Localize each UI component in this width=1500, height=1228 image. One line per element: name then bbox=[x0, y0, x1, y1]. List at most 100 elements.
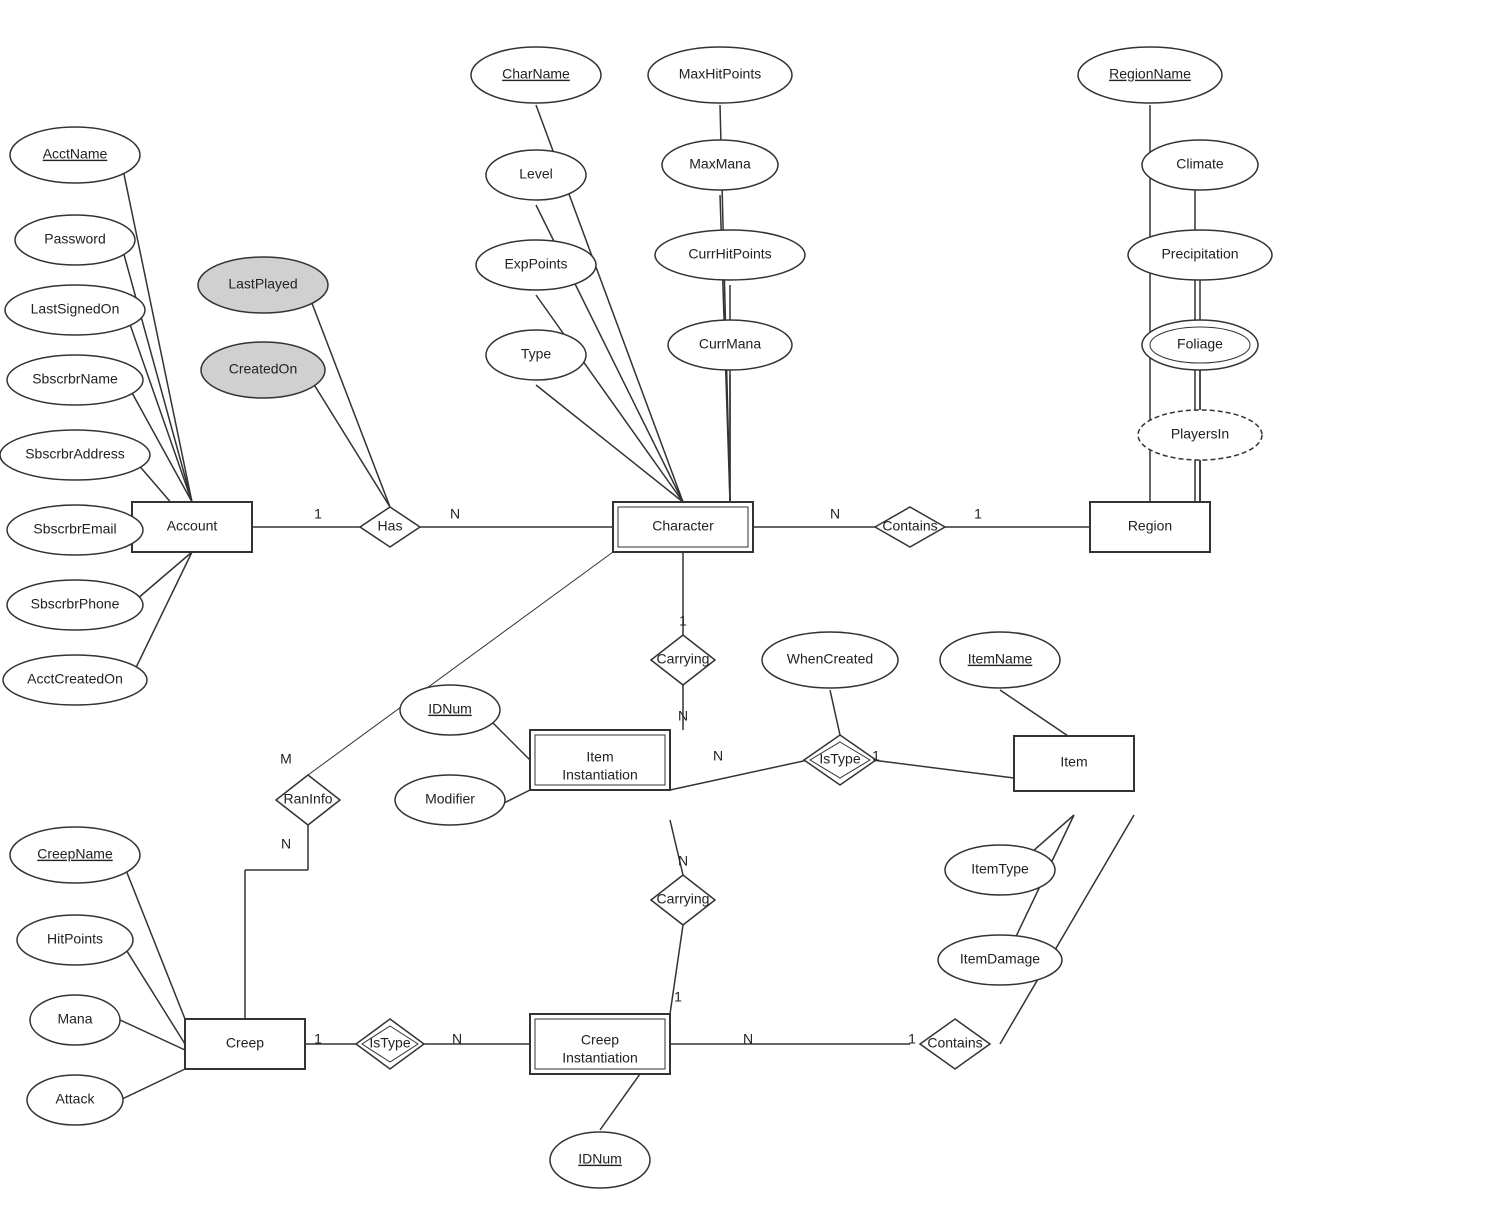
relationship-contains2: Contains bbox=[920, 1019, 990, 1069]
attr-currmana: CurrMana bbox=[668, 320, 792, 370]
line-whencreated-istype bbox=[830, 690, 840, 735]
attr-maxhitpoints: MaxHitPoints bbox=[648, 47, 792, 103]
cardinality-contains2-1: 1 bbox=[908, 1031, 916, 1047]
attr-idnum2-label: IDNum bbox=[578, 1151, 622, 1167]
attr-maxmana-label: MaxMana bbox=[689, 156, 751, 172]
attr-maxhitpoints-label: MaxHitPoints bbox=[679, 66, 761, 82]
attr-acctcreatedon: AcctCreatedOn bbox=[3, 655, 147, 705]
line-istype-item bbox=[872, 760, 1014, 778]
relationship-contains1: Contains bbox=[875, 507, 945, 547]
er-diagram: Account Character Region Item Instantiat… bbox=[0, 0, 1500, 1228]
relationship-has-label: Has bbox=[378, 518, 403, 534]
attr-playersin: PlayersIn bbox=[1138, 410, 1262, 460]
relationship-has: Has bbox=[360, 507, 420, 547]
relationship-istype1-label: IsType bbox=[819, 751, 860, 767]
attr-regionname-label: RegionName bbox=[1109, 66, 1191, 82]
relationship-contains1-label: Contains bbox=[882, 518, 937, 534]
attr-whencreated-label: WhenCreated bbox=[787, 651, 873, 667]
entity-character: Character bbox=[613, 502, 753, 552]
attr-level: Level bbox=[486, 150, 586, 200]
attr-itemtype-label: ItemType bbox=[971, 861, 1029, 877]
entity-creep-instantiation-label1: Creep bbox=[581, 1032, 619, 1048]
entity-account: Account bbox=[132, 502, 252, 552]
attr-acctname-label: AcctName bbox=[43, 146, 108, 162]
attr-mana: Mana bbox=[30, 995, 120, 1045]
entity-item-instantiation: Item Instantiation bbox=[530, 730, 670, 790]
entity-item: Item bbox=[1014, 736, 1134, 791]
cardinality-carrying2-1: 1 bbox=[674, 989, 682, 1005]
entity-creep-instantiation: Creep Instantiation bbox=[530, 1014, 670, 1074]
attr-climate: Climate bbox=[1142, 140, 1258, 190]
attr-currhitpoints-label: CurrHitPoints bbox=[688, 246, 771, 262]
line-idnum2-creepinstantiation bbox=[600, 1074, 640, 1130]
relationship-carrying2-label: Carrying bbox=[657, 891, 710, 907]
attr-charname-label: CharName bbox=[502, 66, 570, 82]
line-hitpoints-creep bbox=[120, 940, 185, 1044]
attr-precipitation: Precipitation bbox=[1128, 230, 1272, 280]
attr-idnum1-label: IDNum bbox=[428, 701, 472, 717]
attr-lastsignedon: LastSignedOn bbox=[5, 285, 145, 335]
attr-createdon-label: CreatedOn bbox=[229, 361, 297, 377]
attr-hitpoints: HitPoints bbox=[17, 915, 133, 965]
cardinality-istype1-n: N bbox=[713, 748, 723, 764]
cardinality-carrying1-1: 1 bbox=[679, 613, 687, 629]
attr-foliage: Foliage bbox=[1142, 320, 1258, 370]
attr-acctcreatedon-label: AcctCreatedOn bbox=[27, 671, 123, 687]
cardinality-has-1: 1 bbox=[314, 506, 322, 522]
line-lastplayed-has bbox=[305, 285, 390, 507]
line-idnum1-iteminstantiation bbox=[490, 720, 530, 760]
attr-mana-label: Mana bbox=[57, 1011, 92, 1027]
relationship-istype1: IsType bbox=[804, 735, 876, 785]
cardinality-contains1-1: 1 bbox=[974, 506, 982, 522]
line-iteminstantiation-istype bbox=[670, 760, 808, 790]
attr-attack-label: Attack bbox=[56, 1091, 96, 1107]
attr-itemname: ItemName bbox=[940, 632, 1060, 688]
attr-regionname: RegionName bbox=[1078, 47, 1222, 103]
attr-exppoints-label: ExpPoints bbox=[504, 256, 567, 272]
line-itemname-item bbox=[1000, 690, 1074, 740]
entity-item-instantiation-label2: Instantiation bbox=[562, 767, 638, 783]
attr-modifier-label: Modifier bbox=[425, 791, 475, 807]
entity-item-instantiation-label1: Item bbox=[586, 749, 613, 765]
attr-type-label: Type bbox=[521, 346, 552, 362]
cardinality-contains2-n: N bbox=[743, 1031, 753, 1047]
relationship-raninfo: RanInfo bbox=[276, 775, 340, 825]
cardinality-istype1-1: 1 bbox=[872, 748, 880, 764]
entity-creep-label: Creep bbox=[226, 1035, 264, 1051]
attr-sbscrbr-email: SbscrbrEmail bbox=[7, 505, 143, 555]
attr-idnum1: IDNum bbox=[400, 685, 500, 735]
attr-sbscrbraddress: SbscrbrAddress bbox=[0, 430, 150, 480]
attr-lastplayed-label: LastPlayed bbox=[228, 276, 297, 292]
attr-currhitpoints: CurrHitPoints bbox=[655, 230, 805, 280]
attr-charname: CharName bbox=[471, 47, 601, 103]
attr-precipitation-label: Precipitation bbox=[1161, 246, 1238, 262]
attr-sbscrbrphone-label: SbscrbrPhone bbox=[31, 596, 120, 612]
attr-hitpoints-label: HitPoints bbox=[47, 931, 103, 947]
line-acctcreatedon-account bbox=[130, 552, 192, 680]
line-createdon-has bbox=[305, 370, 390, 507]
relationship-carrying1-label: Carrying bbox=[657, 651, 710, 667]
attr-password: Password bbox=[15, 215, 135, 265]
line-mana-creep bbox=[120, 1020, 185, 1050]
attr-playersin-label: PlayersIn bbox=[1171, 426, 1229, 442]
attr-attack: Attack bbox=[27, 1075, 123, 1125]
attr-sbscrbraddress-label: SbscrbrAddress bbox=[25, 446, 125, 462]
entity-creep-instantiation-label2: Instantiation bbox=[562, 1050, 638, 1066]
attr-idnum2: IDNum bbox=[550, 1132, 650, 1188]
attr-level-label: Level bbox=[519, 166, 552, 182]
relationship-contains2-label: Contains bbox=[927, 1035, 982, 1051]
cardinality-carrying2-n: N bbox=[678, 853, 688, 869]
relationship-carrying1: Carrying bbox=[651, 635, 715, 685]
attr-modifier: Modifier bbox=[395, 775, 505, 825]
relationship-istype2-label: IsType bbox=[369, 1035, 410, 1051]
attr-creepname-label: CreepName bbox=[37, 846, 113, 862]
attr-foliage-label: Foliage bbox=[1177, 336, 1223, 352]
attr-itemdamage-label: ItemDamage bbox=[960, 951, 1040, 967]
attr-createdon: CreatedOn bbox=[201, 342, 325, 398]
entity-item-label: Item bbox=[1060, 754, 1087, 770]
cardinality-has-n: N bbox=[450, 506, 460, 522]
cardinality-carrying1-n: N bbox=[678, 708, 688, 724]
attr-sbscrbrname-label: SbscrbrName bbox=[32, 371, 118, 387]
attr-acctname: AcctName bbox=[10, 127, 140, 183]
attr-whencreated: WhenCreated bbox=[762, 632, 898, 688]
